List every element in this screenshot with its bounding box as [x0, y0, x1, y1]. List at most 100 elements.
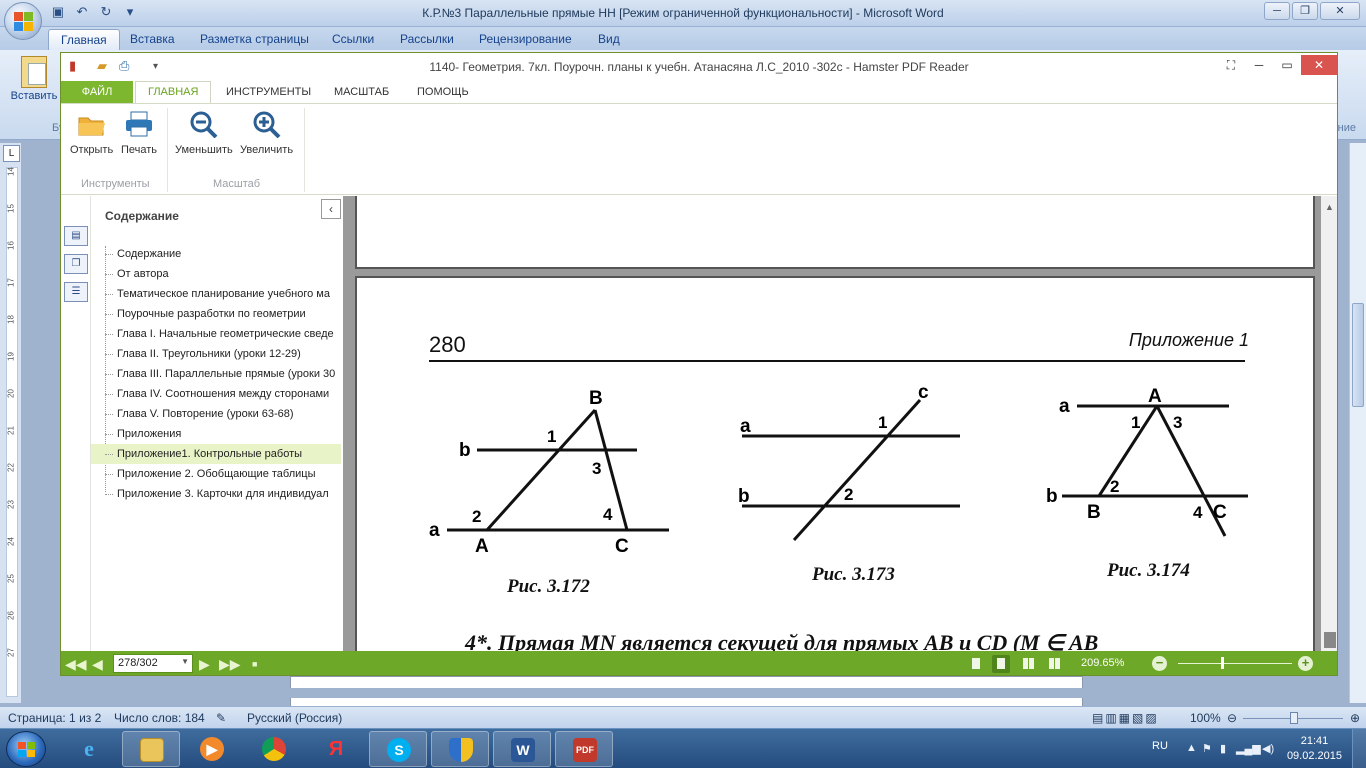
bookmarks-panel-icon[interactable]: ☰ — [64, 282, 88, 302]
first-page-icon[interactable]: ◀◀ — [65, 656, 87, 673]
chrome-icon[interactable] — [245, 731, 303, 767]
zoom-out-button[interactable]: Уменьшить — [175, 110, 233, 156]
clock[interactable]: 21:41 09.02.2015 — [1287, 734, 1342, 764]
minimize-button[interactable]: ─ — [1264, 2, 1290, 20]
skype-icon[interactable]: S — [369, 731, 427, 767]
tab-references[interactable]: Ссылки — [332, 32, 374, 46]
status-words[interactable]: Число слов: 184 — [114, 711, 205, 725]
toc-item[interactable]: Глава III. Параллельные прямые (уроки 30 — [91, 364, 341, 384]
tab-file[interactable]: ФАЙЛ — [61, 81, 133, 103]
next-page-icon[interactable]: ▶ — [199, 656, 210, 673]
tab-page-layout[interactable]: Разметка страницы — [200, 32, 309, 46]
collapse-panel-button[interactable]: ‹ — [321, 199, 341, 219]
single-page-view-button[interactable] — [967, 655, 985, 673]
status-zoom[interactable]: 100% — [1190, 711, 1221, 725]
open-button[interactable]: Открыть — [70, 110, 113, 156]
viewer-scroll-thumb[interactable] — [1324, 632, 1336, 648]
viewer-vertical-scrollbar[interactable]: ▲ — [1321, 196, 1337, 651]
language-indicator[interactable]: RU — [1152, 740, 1168, 752]
tab-mailings[interactable]: Рассылки — [400, 32, 454, 46]
status-language[interactable]: Русский (Россия) — [247, 711, 342, 725]
tab-tools[interactable]: ИНСТРУМЕНТЫ — [226, 86, 311, 98]
toc-item[interactable]: Приложение1. Контрольные работы — [91, 444, 341, 464]
facing-view-button[interactable] — [1018, 655, 1036, 673]
restore-button[interactable]: ❐ — [1292, 2, 1318, 20]
pdf-zoom-out-icon[interactable]: − — [1152, 656, 1167, 671]
zoom-in-icon[interactable]: ⊕ — [1350, 711, 1360, 725]
last-page-icon[interactable]: ▶▶ — [219, 656, 241, 673]
page-input[interactable]: 278/302 ▼ — [113, 654, 193, 673]
thumbnails-panel-icon[interactable]: ▤ — [64, 226, 88, 246]
show-desktop-button[interactable] — [1352, 729, 1366, 768]
flag-icon[interactable]: ⚑ — [1202, 742, 1212, 755]
pdf-zoom-in-icon[interactable]: + — [1298, 656, 1313, 671]
toc-item[interactable]: Глава II. Треугольники (уроки 12-29) — [91, 344, 341, 364]
zoom-in-button[interactable]: Увеличить — [240, 110, 293, 156]
pages-panel-icon[interactable]: ❐ — [64, 254, 88, 274]
scroll-up-icon[interactable]: ▲ — [1325, 202, 1334, 212]
zoom-in-label: Увеличить — [240, 144, 294, 156]
toc-item[interactable]: Приложение 3. Карточки для индивидуал — [91, 484, 341, 504]
zoom-level[interactable]: 209.65% — [1081, 657, 1124, 669]
tab-scale[interactable]: МАСШТАБ — [334, 86, 389, 98]
view-buttons[interactable]: ▤▥▦▧▨ — [1092, 711, 1159, 725]
tab-insert[interactable]: Вставка — [130, 32, 175, 46]
ruler-number: 20 — [6, 389, 16, 398]
zoom-slider-thumb[interactable] — [1290, 712, 1298, 724]
pdf-zoom-slider[interactable] — [1178, 663, 1292, 664]
spellcheck-icon[interactable]: ✎ — [216, 711, 226, 725]
document-viewer[interactable]: 280 Приложение 1 B b 1 3 a 2 4 A C Рис. … — [343, 196, 1337, 651]
toc-item[interactable]: Приложение 2. Обобщающие таблицы — [91, 464, 341, 484]
fullscreen-button[interactable]: ⛶ — [1217, 55, 1245, 75]
media-player-icon[interactable]: ▶ — [183, 731, 241, 767]
battery-icon[interactable]: ▮ — [1220, 742, 1226, 755]
fig3-label-a: a — [1059, 396, 1070, 417]
paste-label: Вставить — [10, 90, 58, 102]
explorer-icon[interactable] — [122, 731, 180, 767]
tab-help[interactable]: ПОМОЩЬ — [417, 86, 469, 98]
toc-item[interactable]: Поурочные разработки по геометрии — [91, 304, 341, 324]
pdf-zoom-slider-thumb[interactable] — [1221, 657, 1224, 669]
word-icon[interactable]: W — [493, 731, 551, 767]
network-icon[interactable]: ▂▄▆ — [1236, 742, 1261, 755]
tab-view[interactable]: Вид — [598, 32, 620, 46]
start-button[interactable] — [6, 731, 46, 767]
pdf-close-button[interactable]: ✕ — [1301, 55, 1337, 75]
toc-item[interactable]: Тематическое планирование учебного ма — [91, 284, 341, 304]
stop-icon[interactable]: ■ — [252, 659, 257, 669]
status-page[interactable]: Страница: 1 из 2 — [8, 711, 101, 725]
word-document-page[interactable] — [290, 676, 1085, 708]
security-icon[interactable] — [431, 731, 489, 767]
pdf-maximize-button[interactable]: ▭ — [1273, 55, 1301, 75]
yandex-icon[interactable]: Я — [307, 731, 365, 767]
toc-item[interactable]: Глава I. Начальные геометрические сведе — [91, 324, 341, 344]
fig2-label-c: c — [918, 382, 929, 403]
figure-3-172: B b 1 3 a 2 4 A C — [429, 388, 669, 557]
toc-item[interactable]: От автора — [91, 264, 341, 284]
volume-icon[interactable]: ◀) — [1262, 742, 1274, 755]
ie-icon[interactable]: e — [60, 731, 118, 767]
continuous-facing-view-button[interactable] — [1044, 655, 1062, 673]
tab-review[interactable]: Рецензирование — [479, 32, 572, 46]
word-scroll-thumb[interactable] — [1352, 303, 1364, 407]
paste-button[interactable]: Вставить — [8, 56, 60, 102]
office-button[interactable] — [4, 2, 42, 40]
zoom-out-icon[interactable]: ⊖ — [1227, 711, 1237, 725]
word-vertical-scrollbar[interactable] — [1349, 143, 1366, 703]
print-button[interactable]: Печать — [121, 110, 157, 156]
previous-page-icon[interactable]: ◀ — [92, 656, 103, 673]
pdf-icon[interactable]: PDF — [555, 731, 613, 767]
close-button[interactable]: ✕ — [1320, 2, 1360, 20]
toc-item[interactable]: Глава IV. Соотношения между сторонами — [91, 384, 341, 404]
previous-page — [355, 196, 1315, 269]
toc-item[interactable]: Глава V. Повторение (уроки 63-68) — [91, 404, 341, 424]
tab-home[interactable]: Главная — [48, 29, 120, 50]
tray-expand-icon[interactable]: ▲ — [1186, 742, 1197, 754]
toc-item[interactable]: Приложения — [91, 424, 341, 444]
toc-item[interactable]: Содержание — [91, 244, 341, 264]
page-dropdown-icon[interactable]: ▼ — [181, 657, 189, 666]
tab-main[interactable]: ГЛАВНАЯ — [135, 81, 212, 103]
tab-selector-button[interactable]: L — [3, 145, 20, 162]
pdf-minimize-button[interactable]: ─ — [1245, 55, 1273, 75]
continuous-view-button[interactable] — [992, 655, 1010, 673]
